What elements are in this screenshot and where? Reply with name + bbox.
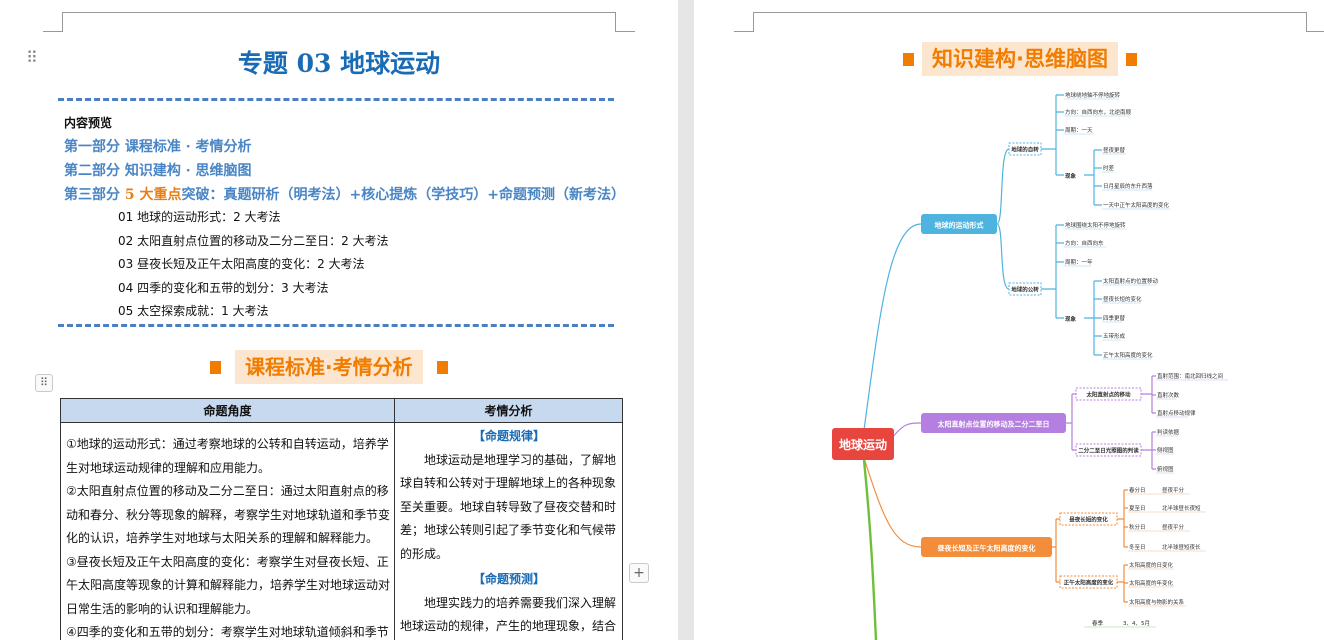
part-three-suffix: 突破：真题研析（明考法）+核心提炼（学技巧）+命题预测（新考法） [181, 187, 625, 203]
leaf[interactable]: 太阳高度的日变化 [1129, 561, 1174, 569]
mindmap-connectors [862, 94, 1156, 640]
angle-cell: ①地球的运动形式：通过考察地球的公转和自转运动，培养学生对地球运动规律的理解和应… [60, 422, 395, 640]
leaf[interactable]: 昼夜平分 [1162, 523, 1185, 531]
angle-item: ④四季的变化和五带的划分：考察学生对地球轨道倾斜和季节 [66, 625, 389, 639]
node-revolution[interactable]: 地球的公转 [1011, 286, 1039, 294]
dashed-divider [58, 98, 614, 101]
leaf[interactable]: 四季更替 [1103, 314, 1126, 322]
leaf[interactable]: 侧视图 [1157, 446, 1174, 454]
document-title: 专题 03 地球运动 [237, 49, 441, 78]
leaf[interactable]: 昼夜更替 [1103, 146, 1126, 154]
table-header-analysis: 考情分析 [394, 398, 623, 423]
branch-label: 昼夜长短及正午太阳高度的变化 [937, 544, 1036, 553]
document-page-right: 知识建构·思维脑图 地球运动 地球的运动形式 太阳直射点位置的移动及二分二至日 [694, 0, 1324, 640]
part-three-link[interactable]: 第三部分 5 大重点突破：真题研析（明考法）+核心提炼（学技巧）+命题预测（新考… [64, 184, 625, 204]
leaf[interactable]: 太阳高度与物影的关系 [1129, 598, 1185, 606]
branch-label: 地球的运动形式 [935, 221, 984, 230]
node-phenomena[interactable]: 现象 [1065, 315, 1077, 323]
connector-root-c [863, 457, 922, 548]
leaf[interactable]: 春季 [1092, 619, 1104, 627]
part-three-prefix: 第三部分 [64, 187, 125, 203]
rule-text: 地球运动是地理学习的基础，了解地球自转和公转对于理解地球上的各种现象至关重要。地… [400, 452, 617, 561]
angle-item: ②太阳直射点位置的移动及二分二至日：通过太阳直射点的移动和春分、秋分等现象的解释… [66, 484, 391, 545]
leaf[interactable]: 判读依据 [1157, 428, 1180, 436]
leaf[interactable]: 秋分日 [1129, 523, 1146, 531]
leaf[interactable]: 俯视图 [1157, 465, 1174, 473]
node-day-length[interactable]: 昼夜长短的变化 [1069, 516, 1108, 524]
root-label: 地球运动 [839, 437, 887, 452]
subnodes: 地球的自转 地球的公转 现象 现象 太阳直射点的移动 二分二至日光照图的判读 昼… [1008, 142, 1142, 589]
analysis-table: 命题角度 考情分析 ①地球的运动形式：通过考察地球的公转和自转运动，培养学生对地… [60, 398, 623, 640]
leaf[interactable]: 直射点移动规律 [1157, 409, 1196, 417]
leaf[interactable]: 冬至日 [1129, 543, 1146, 551]
leaf[interactable]: 周期：一年 [1065, 258, 1093, 266]
leaf[interactable]: 日月星辰的东升西落 [1103, 182, 1153, 190]
branch-day-length[interactable]: 昼夜长短及正午太阳高度的变化 [921, 537, 1052, 557]
section-banner: 课程标准·考情分析 [210, 350, 448, 384]
mindmap-root[interactable]: 地球运动 [832, 428, 894, 460]
angle-item: ①地球的运动形式：通过考察地球的公转和自转运动，培养学生对地球运动规律的理解和应… [66, 437, 389, 475]
add-row-button[interactable]: + [629, 563, 649, 583]
page-corner-mark [43, 12, 63, 32]
page-corner-mark [63, 12, 615, 13]
leaf[interactable]: 太阳高度的年变化 [1129, 579, 1174, 587]
subitem-2[interactable]: 02 太阳直射点位置的移动及二分二至日：2 大考法 [118, 232, 389, 249]
leaf[interactable]: 一天中正午太阳高度的变化 [1103, 201, 1170, 209]
branch-motion-forms[interactable]: 地球的运动形式 [921, 214, 997, 234]
table-handle-icon[interactable]: ⠿ [35, 374, 53, 392]
leaf[interactable]: 3、4、5月 [1123, 620, 1150, 627]
document-page-left: ⠿ 专题 03 地球运动 内容预览 第一部分 课程标准 · 考情分析 第二部分 … [0, 0, 678, 640]
banner-square-icon [210, 360, 221, 374]
part-one-link[interactable]: 第一部分 课程标准 · 考情分析 [64, 136, 252, 156]
leaf[interactable]: 太阳直射点的位置移动 [1103, 277, 1159, 285]
leaf[interactable]: 直射次数 [1157, 391, 1180, 399]
forecast-heading: 【命题预测】 [472, 572, 545, 586]
leaf[interactable]: 昼夜长短的变化 [1103, 295, 1142, 303]
leaf[interactable]: 时差 [1103, 164, 1115, 172]
part-three-highlight: 5 大重点 [124, 187, 182, 203]
leaf[interactable]: 北半球昼短夜长 [1162, 543, 1201, 551]
part-two-link[interactable]: 第二部分 知识建构 · 思维脑图 [64, 160, 252, 180]
subitem-1[interactable]: 01 地球的运动形式：2 大考法 [118, 208, 281, 225]
leaf[interactable]: 周期：一天 [1065, 127, 1093, 134]
leaf[interactable]: 北半球昼长夜短 [1162, 504, 1201, 512]
leaf[interactable]: 地球绕地轴不停地旋转 [1065, 91, 1121, 99]
subitem-3[interactable]: 03 昼夜长短及正午太阳高度的变化：2 大考法 [118, 255, 365, 272]
leaf[interactable]: 五带形成 [1103, 332, 1126, 340]
leaf[interactable]: 昼夜平分 [1162, 486, 1185, 494]
branch-subsolar-point[interactable]: 太阳直射点位置的移动及二分二至日 [921, 413, 1066, 433]
node-subsolar-move[interactable]: 太阳直射点的移动 [1086, 391, 1131, 399]
section-banner-text: 课程标准·考情分析 [235, 350, 423, 384]
page-corner-mark [615, 12, 635, 32]
forecast-text: 地理实践力的培养需要我们深入理解地球运动的规律，产生的地理现象，结合 [400, 595, 617, 634]
connector-a-split [996, 148, 1010, 290]
leaf[interactable]: 地球围绕太阳不停地旋转 [1065, 221, 1126, 229]
leaf[interactable]: 直射范围：南北回归线之间 [1157, 372, 1223, 380]
leaf[interactable]: 春分日 [1129, 486, 1146, 494]
leaf[interactable]: 正午太阳高度的变化 [1103, 351, 1153, 359]
leaf[interactable]: 方向：自西向东 [1065, 239, 1104, 247]
leaf[interactable]: 方向：自西向东，北逆南顺 [1065, 108, 1132, 116]
subitem-4[interactable]: 04 四季的变化和五带的划分：3 大考法 [118, 279, 329, 296]
preview-heading: 内容预览 [64, 116, 113, 130]
node-rotation[interactable]: 地球的自转 [1011, 146, 1039, 154]
dashed-divider [58, 324, 614, 327]
leaf[interactable]: 夏至日 [1129, 505, 1146, 512]
node-noon-sun[interactable]: 正午太阳高度的变化 [1064, 579, 1114, 587]
connector-root-b [891, 422, 922, 439]
table-header-angle: 命题角度 [60, 398, 395, 423]
node-phenomena[interactable]: 现象 [1065, 172, 1077, 180]
branch-label: 太阳直射点位置的移动及二分二至日 [938, 420, 1050, 429]
node-equinox-chart[interactable]: 二分二至日光照图的判读 [1078, 447, 1139, 455]
angle-item: ③昼夜长短及正午太阳高度的变化：考察学生对昼夜长短、正午太阳高度等现象的计算和解… [66, 554, 391, 616]
subitem-5[interactable]: 05 太空探索成就：1 大考法 [118, 302, 269, 319]
connector-b [1066, 375, 1156, 470]
connector-root-a [863, 223, 922, 431]
banner-square-icon [436, 360, 448, 374]
analysis-cell: 【命题规律】 地球运动是地理学习的基础，了解地球自转和公转对于理解地球上的各种现… [394, 422, 623, 640]
rule-heading: 【命题规律】 [472, 429, 545, 443]
mind-map: 地球运动 地球的运动形式 太阳直射点位置的移动及二分二至日 昼夜长短及正午太阳高… [832, 91, 1228, 640]
